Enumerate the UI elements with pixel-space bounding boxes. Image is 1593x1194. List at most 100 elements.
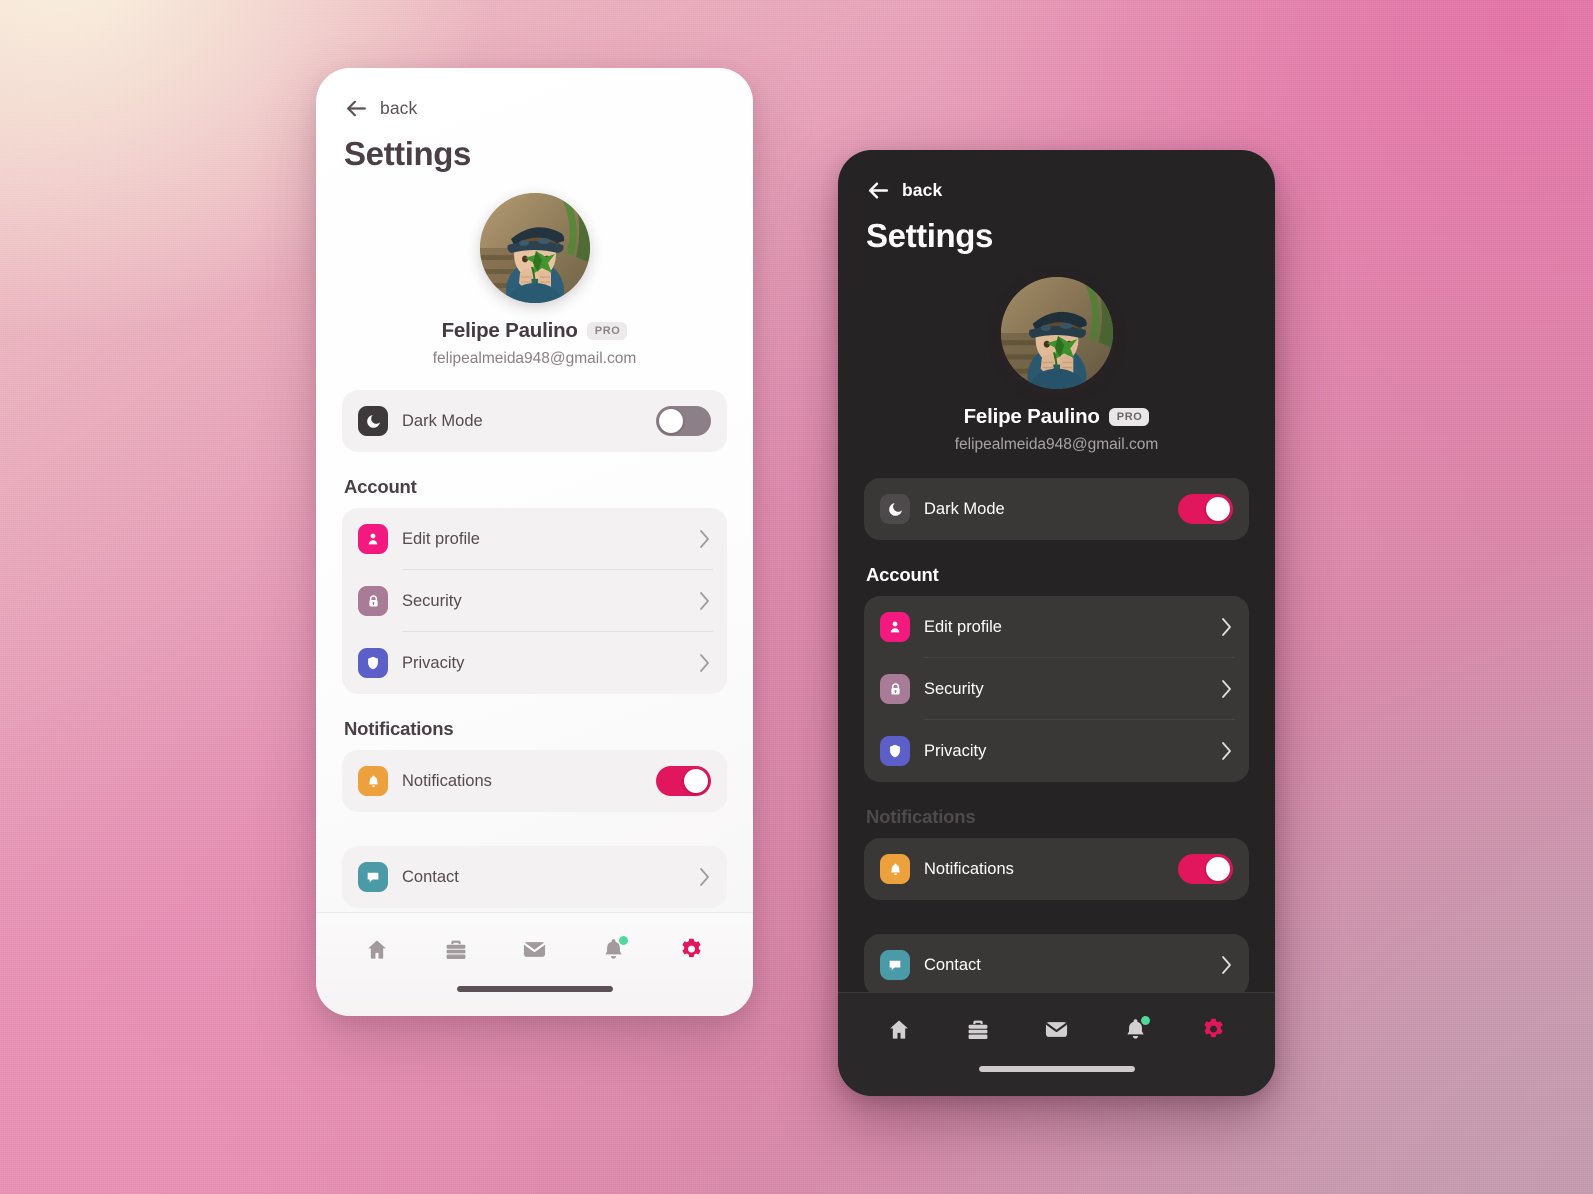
notifications-toggle[interactable] [1178,854,1233,884]
arrow-left-icon [347,100,366,117]
row-notifications[interactable]: Notifications [342,750,727,812]
gear-icon [682,938,701,958]
row-label: Notifications [402,771,492,790]
toggle-knob [659,409,683,433]
envelope-icon [1045,1022,1068,1037]
briefcase-icon [446,940,466,959]
avatar-photo [479,193,590,303]
row-label: Notifications [924,859,1014,878]
avatar-photo [1000,277,1113,389]
contact-card: Contact [342,846,727,908]
row-contact[interactable]: Contact [342,846,727,908]
avatar[interactable] [1000,277,1113,389]
row-label: Dark Mode [924,499,1005,518]
pro-badge: PRO [1108,408,1150,426]
nav-alerts[interactable] [589,926,637,974]
back-button-dark[interactable]: back [864,150,1249,203]
avatar[interactable] [479,193,590,303]
dark-mode-toggle[interactable] [1178,494,1233,524]
toggle-knob [684,769,708,793]
row-notifications[interactable]: Notifications [864,838,1249,900]
nav-briefcase[interactable] [432,926,480,974]
arrow-left-icon [868,182,889,199]
notifications-toggle[interactable] [656,766,711,796]
row-label: Contact [402,867,459,886]
nav-settings[interactable] [668,926,716,974]
row-privacity[interactable]: Privacity [864,720,1249,782]
toggle-knob [1206,497,1230,521]
bottom-nav-dark [838,992,1275,1066]
name-row: Felipe Paulino PRO [964,405,1150,429]
chat-icon [880,950,910,980]
dark-mode-card: Dark Mode [864,478,1249,540]
pro-badge: PRO [586,322,628,340]
nav-mail[interactable] [1032,1006,1080,1054]
page-title: Settings [344,135,471,172]
row-security[interactable]: Security [864,658,1249,720]
home-indicator[interactable] [978,1066,1135,1072]
chevron-right-icon [1222,956,1231,974]
name-row: Felipe Paulino PRO [442,319,628,343]
row-label: Privacity [924,741,987,760]
bottom-nav-light [316,912,753,986]
profile-block-light: Felipe Paulino PRO felipealmeida948@gmai… [342,193,727,368]
nav-home[interactable] [875,1006,923,1054]
row-label: Edit profile [924,617,1002,636]
row-edit-profile[interactable]: Edit profile [342,508,727,570]
row-contact[interactable]: Contact [864,934,1249,992]
row-dark-mode[interactable]: Dark Mode [864,478,1249,540]
dark-mode-toggle[interactable] [656,406,711,436]
nav-alerts[interactable] [1111,1006,1159,1054]
bell-icon [358,766,388,796]
nav-settings[interactable] [1190,1006,1238,1054]
briefcase-icon [968,1020,988,1039]
chevron-right-icon [700,868,709,886]
moon-icon [358,406,388,436]
dark-mode-card: Dark Mode [342,390,727,452]
back-label: back [380,98,418,118]
account-card: Edit profile Security Privacity [342,508,727,694]
user-email: felipealmeida948@gmail.com [954,436,1159,453]
row-label: Contact [924,955,981,974]
user-name: Felipe Paulino [441,319,578,342]
notifications-card: Notifications [342,750,727,812]
lock-icon [358,586,388,616]
home-indicator-area [316,986,753,1016]
nav-briefcase[interactable] [954,1006,1002,1054]
phone-mockup-light: back Settings Felipe Paulino PRO felipea… [316,68,753,1016]
wallpaper-canvas: back Settings Felipe Paulino PRO felipea… [0,0,1593,1194]
row-edit-profile[interactable]: Edit profile [864,596,1249,658]
row-dark-mode[interactable]: Dark Mode [342,390,727,452]
nav-mail[interactable] [510,926,558,974]
nav-home[interactable] [353,926,401,974]
home-indicator[interactable] [456,986,613,992]
chat-icon [358,862,388,892]
row-security[interactable]: Security [342,570,727,632]
account-card: Edit profile Security Privacity [864,596,1249,782]
phone-mockup-dark: back Settings Felipe Paulino PRO felipea… [838,150,1275,1096]
envelope-icon [523,942,546,957]
chevron-right-icon [1222,618,1231,636]
section-heading-account: Account [866,564,939,585]
screen-dark: back Settings Felipe Paulino PRO felipea… [838,150,1275,992]
bell-icon [880,854,910,884]
screen-light: back Settings Felipe Paulino PRO felipea… [316,68,753,912]
row-label: Privacity [402,653,465,672]
contact-card: Contact [864,934,1249,992]
profile-block-dark: Felipe Paulino PRO felipealmeida948@gmai… [864,277,1249,454]
notifications-card: Notifications [864,838,1249,900]
home-icon [368,939,387,959]
notification-badge-dot [619,935,629,945]
section-heading-notifications: Notifications [344,718,454,739]
user-name: Felipe Paulino [963,405,1100,428]
lock-icon [880,674,910,704]
gear-icon [1204,1018,1223,1038]
chevron-right-icon [1222,680,1231,698]
chevron-right-icon [1222,742,1231,760]
row-privacity[interactable]: Privacity [342,632,727,694]
user-email: felipealmeida948@gmail.com [432,350,637,367]
home-indicator-area [838,1066,1275,1096]
moon-icon [880,494,910,524]
back-button-light[interactable]: back [342,68,727,121]
home-icon [890,1019,909,1039]
